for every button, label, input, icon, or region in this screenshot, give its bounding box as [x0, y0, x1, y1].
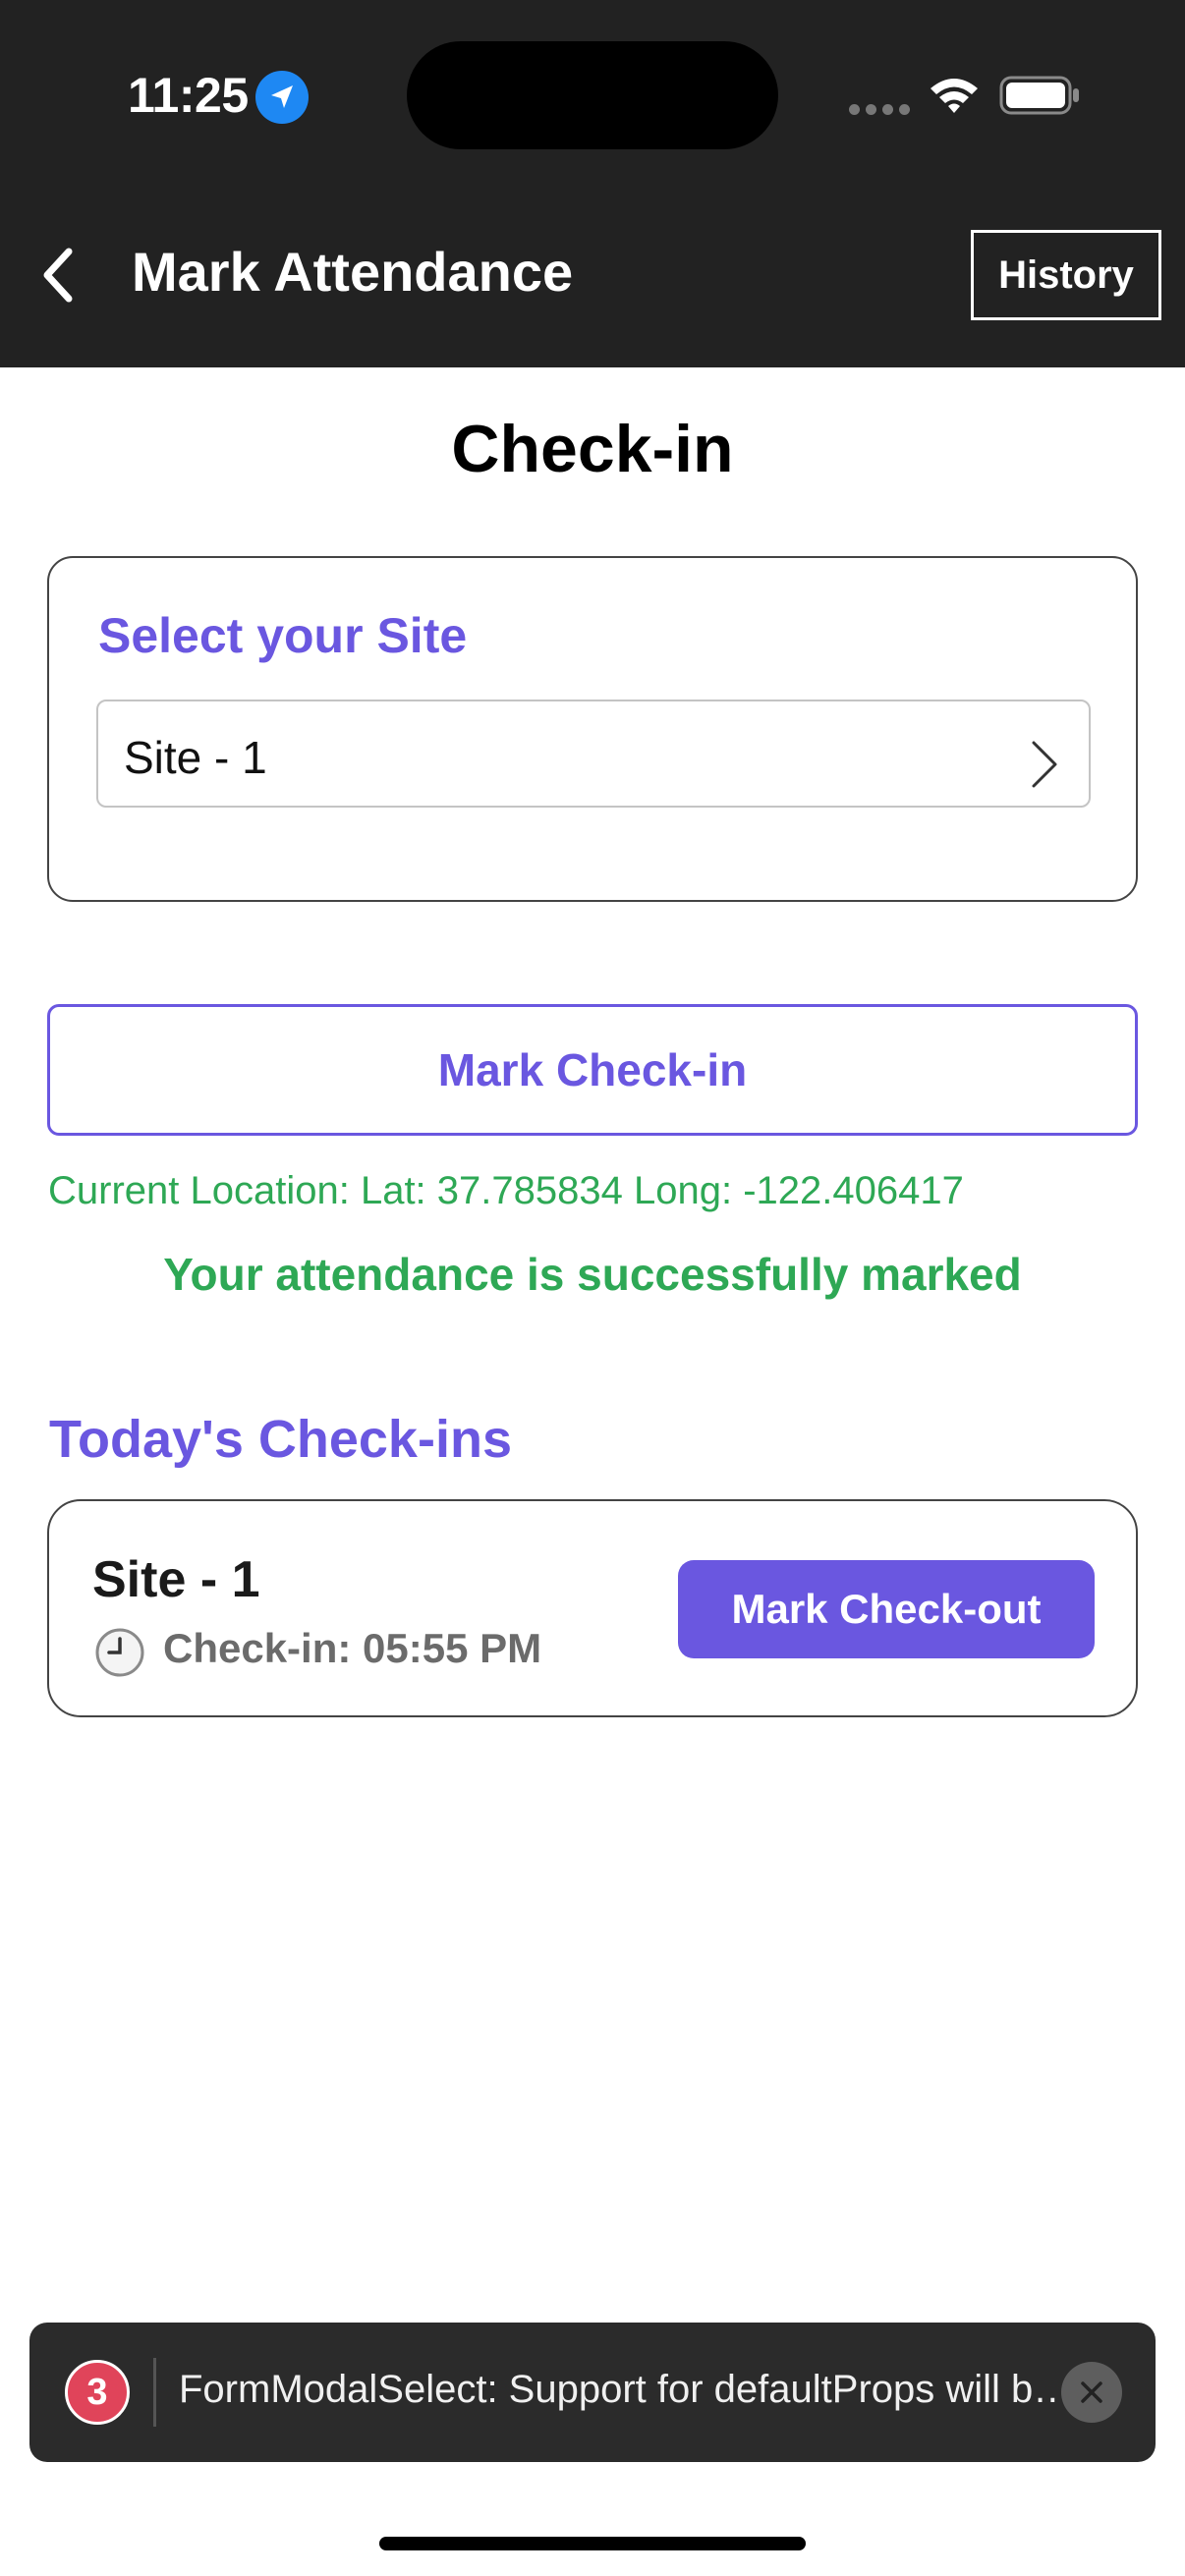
- app-header: 11:25 Mark Attendance History: [0, 0, 1185, 367]
- toast-divider: [153, 2358, 156, 2427]
- clock-icon: [94, 1627, 145, 1683]
- attendance-success-message: Your attendance is successfully marked: [163, 1249, 1022, 1300]
- site-select-dropdown[interactable]: Site - 1: [96, 700, 1091, 808]
- close-icon: [1081, 2381, 1102, 2403]
- history-button[interactable]: History: [971, 230, 1161, 320]
- toast-message: FormModalSelect: Support for defaultProp…: [179, 2368, 1073, 2411]
- todays-checkins-title: Today's Check-ins: [49, 1410, 512, 1469]
- nav-title: Mark Attendance: [132, 241, 574, 303]
- home-indicator[interactable]: [379, 2537, 806, 2550]
- mark-checkout-button[interactable]: Mark Check-out: [678, 1560, 1095, 1658]
- checkin-time: Check-in: 05:55 PM: [163, 1625, 542, 1671]
- status-time: 11:25: [128, 68, 249, 123]
- location-arrow-icon: [255, 71, 309, 124]
- warning-toast[interactable]: 3 FormModalSelect: Support for defaultPr…: [29, 2323, 1156, 2462]
- wifi-icon: [928, 75, 981, 121]
- toast-close-button[interactable]: [1061, 2362, 1122, 2423]
- battery-icon: [999, 75, 1082, 121]
- checkin-site-name: Site - 1: [92, 1551, 260, 1608]
- dynamic-island: [407, 41, 778, 149]
- site-selector-label: Select your Site: [98, 608, 468, 663]
- site-select-value: Site - 1: [124, 732, 267, 783]
- chevron-right-icon: [1030, 739, 1059, 795]
- back-button[interactable]: [28, 236, 86, 314]
- site-selector-card: Select your Site Site - 1: [47, 556, 1138, 902]
- checkin-list-item: Site - 1 Check-in: 05:55 PM Mark Check-o…: [47, 1499, 1138, 1717]
- chevron-left-icon: [43, 248, 73, 303]
- page-title: Check-in: [451, 412, 734, 486]
- current-location-text: Current Location: Lat: 37.785834 Long: -…: [48, 1169, 964, 1212]
- mark-checkin-button[interactable]: Mark Check-in: [47, 1004, 1138, 1136]
- toast-count-badge: 3: [65, 2360, 130, 2425]
